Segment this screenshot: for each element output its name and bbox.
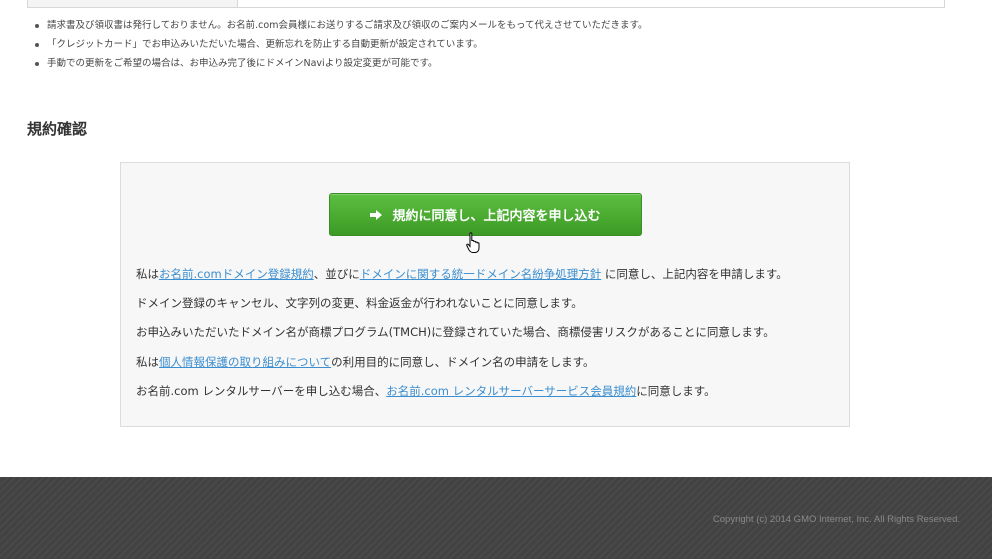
previous-table-bottom: [27, 0, 945, 8]
terms-line-4-suffix: の利用目的に同意し、ドメイン名の申請をします。: [331, 354, 595, 369]
apply-button[interactable]: 規約に同意し、上記内容を申し込む: [329, 193, 642, 236]
terms-line-4-prefix: 私は: [136, 354, 159, 369]
bullet-icon: [35, 62, 39, 66]
terms-line-1: 私はお名前.comドメイン登録規約、並びにドメインに関する統一ドメイン名紛争処理…: [136, 260, 788, 289]
terms-text: 私はお名前.comドメイン登録規約、並びにドメインに関する統一ドメイン名紛争処理…: [136, 260, 788, 406]
copyright-text: Copyright (c) 2014 GMO Internet, Inc. Al…: [712, 514, 960, 525]
terms-line-4: 私は個人情報保護の取り組みについての利用目的に同意し、ドメイン名の申請をします。: [136, 348, 788, 377]
terms-line-1-prefix: 私は: [136, 267, 159, 281]
note-text: 「クレジットカード」でお申込みいただいた場合、更新忘れを防止する自動更新が設定さ…: [47, 39, 483, 50]
note-item: 「クレジットカード」でお申込みいただいた場合、更新忘れを防止する自動更新が設定さ…: [35, 35, 648, 54]
apply-button-label: 規約に同意し、上記内容を申し込む: [392, 209, 601, 224]
note-text: 請求書及び領収書は発行しておりません。お名前.com会員様にお送りするご請求及び…: [47, 20, 648, 31]
terms-line-5-suffix: に同意します。: [636, 383, 716, 398]
hand-cursor-icon: [466, 232, 482, 258]
table-label-cell: [28, 0, 237, 7]
arrow-right-icon: [370, 209, 383, 220]
note-text: 手動での更新をご希望の場合は、お申込み完了後にドメインNaviより設定変更が可能…: [47, 58, 438, 69]
note-item: 手動での更新をご希望の場合は、お申込み完了後にドメインNaviより設定変更が可能…: [35, 54, 648, 73]
domain-terms-link[interactable]: お名前.comドメイン登録規約: [159, 267, 314, 281]
terms-line-3: お申込みいただいたドメイン名が商標プログラム(TMCH)に登録されていた場合、商…: [136, 325, 775, 340]
footer: Copyright (c) 2014 GMO Internet, Inc. Al…: [0, 477, 992, 559]
terms-box: 規約に同意し、上記内容を申し込む 私はお名前.comドメイン登録規約、並びにドメ…: [120, 162, 850, 427]
terms-line-5-prefix: お名前.com レンタルサーバーを申し込む場合、: [136, 383, 387, 398]
notes-list: 請求書及び領収書は発行しておりません。お名前.com会員様にお送りするご請求及び…: [32, 16, 648, 73]
table-divider: [237, 0, 238, 7]
section-title: 規約確認: [27, 120, 88, 138]
terms-line-1-suffix: に同意し、上記内容を申請します。: [601, 267, 788, 281]
bullet-icon: [35, 43, 39, 47]
terms-line-2: ドメイン登録のキャンセル、文字列の変更、料金返金が行われないことに同意します。: [136, 296, 583, 311]
note-item: 請求書及び領収書は発行しておりません。お名前.com会員様にお送りするご請求及び…: [35, 16, 648, 35]
bullet-icon: [35, 24, 39, 28]
terms-line-1-mid: 、並びに: [313, 267, 360, 281]
privacy-policy-link[interactable]: 個人情報保護の取り組みについて: [159, 355, 331, 369]
dispute-policy-link[interactable]: ドメインに関する統一ドメイン名紛争処理方針: [360, 267, 602, 281]
rental-server-terms-link[interactable]: お名前.com レンタルサーバーサービス会員規約: [386, 384, 636, 398]
terms-line-5: お名前.com レンタルサーバーを申し込む場合、お名前.com レンタルサーバー…: [136, 377, 788, 406]
